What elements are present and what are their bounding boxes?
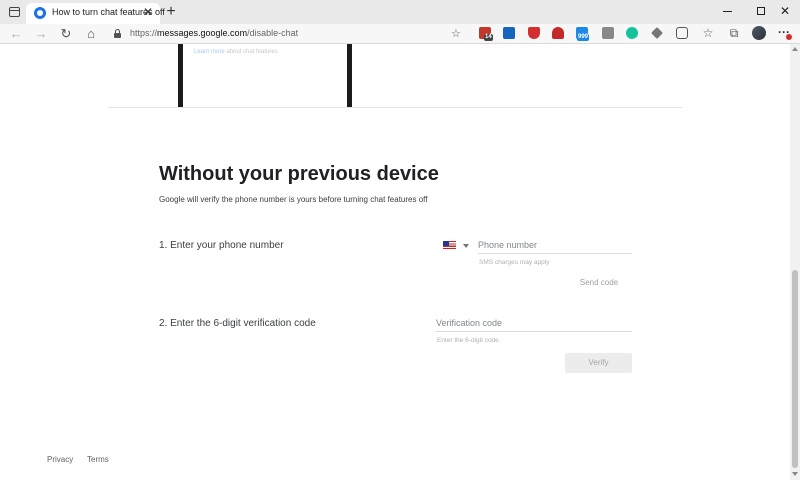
extension-shield-icon[interactable] [528, 27, 540, 39]
verification-code-helper: Enter the 6-digit code [437, 337, 499, 344]
section-divider [108, 107, 682, 108]
phone-number-input[interactable] [478, 240, 632, 254]
vertical-scrollbar[interactable] [790, 44, 800, 480]
tab-close-icon[interactable]: ✕ [141, 5, 155, 19]
extension-grammarly-icon[interactable] [626, 27, 638, 39]
url-prefix: https:// [130, 28, 158, 38]
send-code-button[interactable]: Send code [574, 276, 624, 290]
url-text[interactable]: https://messages.google.com/disable-chat [130, 28, 298, 38]
extensions-puzzle-icon[interactable] [676, 27, 688, 39]
footer-terms-link[interactable]: Terms [87, 455, 109, 464]
page-content: Learn more about chat features Without y… [0, 44, 790, 480]
back-button[interactable]: ← [7, 25, 25, 43]
learn-more-link[interactable]: Learn more [194, 49, 225, 55]
favorites-icon[interactable]: ☆ [700, 25, 716, 41]
lock-icon[interactable] [114, 29, 121, 38]
extension-mask-icon[interactable] [552, 27, 564, 39]
browser-tab[interactable]: How to turn chat features off ✕ [26, 3, 165, 24]
step-2-label: 2. Enter the 6-digit verification code [159, 318, 316, 329]
extension-badge: 14 [484, 34, 493, 41]
extension-badge: 999 [577, 34, 590, 41]
verification-code-input[interactable] [436, 318, 632, 332]
close-window-button[interactable]: ✕ [770, 0, 800, 24]
favorite-star-icon[interactable]: ☆ [451, 27, 461, 40]
home-button[interactable]: ⌂ [82, 25, 100, 43]
step-1-label: 1. Enter your phone number [159, 240, 284, 251]
collections-icon[interactable]: ⧉ [726, 25, 742, 41]
verify-button[interactable]: Verify [565, 353, 632, 373]
sms-charges-helper: SMS charges may apply [479, 259, 550, 266]
extension-blue-icon[interactable] [503, 27, 515, 39]
new-tab-button[interactable]: + [163, 4, 179, 20]
url-host: messages.google.com [157, 28, 248, 38]
page-title: Without your previous device [159, 163, 439, 185]
scroll-up-icon[interactable] [792, 47, 798, 51]
url-path: /disable-chat [247, 28, 299, 38]
browser-title-bar: How to turn chat features off ✕ + ✕ [0, 0, 800, 24]
scroll-thumb[interactable] [792, 270, 798, 468]
favicon-icon [34, 7, 46, 19]
address-bar[interactable]: https://messages.google.com/disable-chat… [108, 25, 468, 43]
learn-more-suffix: about chat features [224, 49, 278, 55]
country-dropdown-caret-icon[interactable] [463, 244, 469, 248]
forward-button[interactable]: → [32, 25, 50, 43]
page-subtitle: Google will verify the phone number is y… [159, 195, 428, 204]
tab-actions-icon[interactable] [6, 4, 22, 20]
us-flag-icon[interactable] [443, 241, 456, 249]
learn-more-line: Learn more about chat features [194, 49, 278, 55]
scroll-down-icon[interactable] [792, 472, 798, 476]
footer-privacy-link[interactable]: Privacy [47, 455, 73, 464]
reload-button[interactable]: ↻ [57, 25, 75, 43]
minimize-button[interactable] [713, 0, 743, 24]
notification-dot [786, 34, 792, 40]
profile-avatar[interactable] [752, 26, 766, 40]
extension-copy-icon[interactable] [602, 27, 614, 39]
